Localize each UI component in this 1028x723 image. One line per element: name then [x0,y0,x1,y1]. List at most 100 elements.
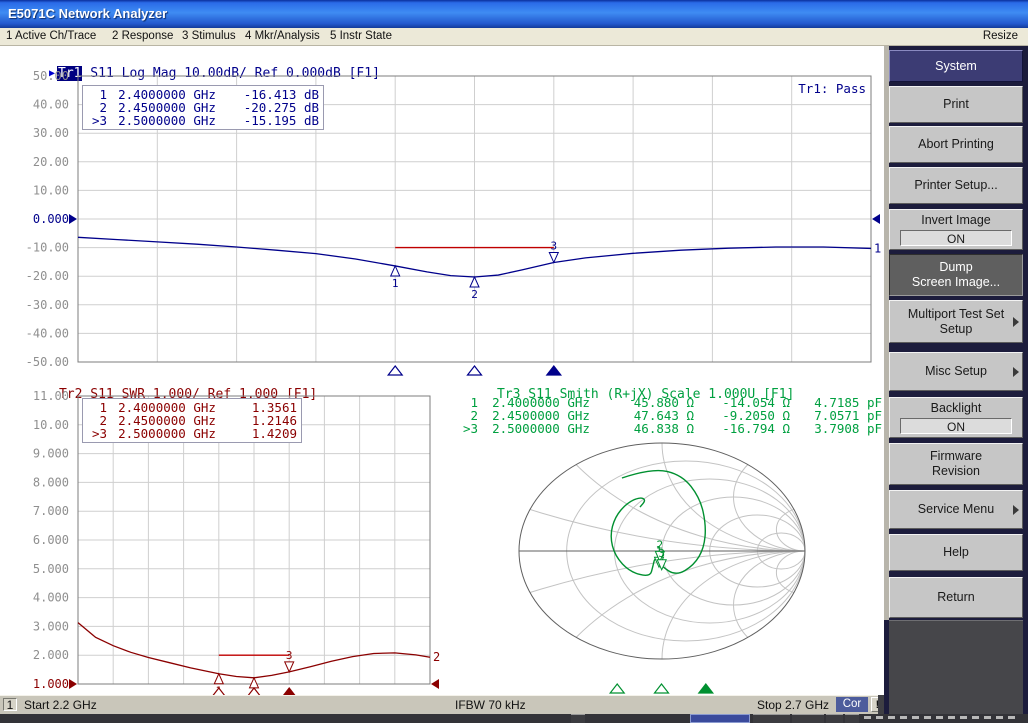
chart-text: 2 [471,288,478,301]
softkey-system[interactable]: System [889,50,1023,82]
stimulus-marker[interactable] [610,684,624,693]
softkey-misc-setup[interactable]: Misc Setup [889,352,1023,391]
marker-flag-1[interactable] [391,266,400,276]
menu-response[interactable]: 2 Response [112,30,173,42]
softkey-label: Print [943,97,969,112]
marker-table-cell: >3 [456,422,478,435]
softkey-print[interactable]: Print [889,86,1023,123]
chart-text: 0.000 [33,212,69,226]
marker-flag-3[interactable] [285,662,294,672]
softkey-toggle-state[interactable]: ON [900,230,1012,246]
tr1-pass-status: Tr1: Pass [760,81,866,96]
e5071c-screen: E5071C Network Analyzer 1 Active Ch/Trac… [0,0,1028,723]
chart-text: 30.00 [33,126,69,140]
chart-text: -40.00 [26,326,69,340]
chart-text: 40.00 [33,98,69,112]
chart-text: 20.00 [33,155,69,169]
chart-text: 4.000 [33,591,69,605]
chart-text: 3.000 [33,619,69,633]
softkey-firmware-revision[interactable]: Firmware Revision [889,443,1023,485]
softkey-backlight[interactable]: BacklightON [889,397,1023,438]
marker-flag-1[interactable] [214,674,223,684]
stimulus-marker-active[interactable] [699,684,713,693]
taskbar-segment [571,714,585,723]
marker-table-cell: 1.4209 [227,427,297,440]
softkey-dump-screen-image[interactable]: Dump Screen Image... [889,254,1023,296]
start-frequency-label[interactable]: Start 2.2 GHz [24,698,97,712]
ifbw-label[interactable]: IFBW 70 kHz [455,698,526,712]
marker-table-cell: >3 [85,114,107,127]
taskbar-segment [753,714,790,723]
tr3-smith-chart: 123 [440,390,884,700]
menu-resize[interactable]: Resize [983,30,1018,42]
marker-table-cell: >3 [85,427,107,440]
softkey-label: Help [943,545,969,560]
chart-text: 10.00 [33,183,69,197]
softkey-label: Invert Image [921,213,990,228]
chart-text: 2.000 [33,648,69,662]
menu-mkr-analysis[interactable]: 4 Mkr/Analysis [245,30,320,42]
marker-table-cell: -16.794 Ω [694,422,790,435]
submenu-arrow-icon [1013,367,1019,377]
taskbar-segment [845,714,859,723]
stimulus-marker[interactable] [655,684,669,693]
status-bar: 1 Start 2.2 GHz IFBW 70 kHz Stop 2.7 GHz… [0,695,878,714]
correction-status-badge: Cor [836,697,868,712]
ref-level-arrow-right[interactable] [431,679,439,689]
softkey-service-menu[interactable]: Service Menu [889,490,1023,529]
chart-text: 6.000 [33,533,69,547]
marker-flag-2[interactable] [470,277,479,287]
marker-flag-2[interactable] [250,678,259,688]
smith-x-arc [734,443,877,551]
softkey-label: Service Menu [918,502,994,517]
marker-table-row: >32.5000000 GHz46.838 Ω-16.794 Ω3.7908 p… [456,422,882,435]
menu-stimulus[interactable]: 3 Stimulus [182,30,236,42]
softkey-label: Return [937,590,975,605]
marker-table-cell: 2.5000000 GHz [478,422,604,435]
stimulus-marker[interactable] [388,366,402,375]
taskbar-clock-fragment [864,716,1020,719]
marker-table-cell: 2.5000000 GHz [107,114,227,127]
chart-text: 9.000 [33,447,69,461]
marker-table-cell: 2.5000000 GHz [107,427,227,440]
marker-table-cell: -15.195 dB [227,114,319,127]
chart-text: -20.00 [26,269,69,283]
chart-text: 50.00 [33,69,69,83]
menu-instr-state[interactable]: 5 Instr State [330,30,392,42]
menu-active-ch-trace[interactable]: 1 Active Ch/Trace [6,30,96,42]
window-titlebar[interactable]: E5071C Network Analyzer [0,0,1028,28]
chart-text: 1 [392,277,399,290]
menubar: 1 Active Ch/Trace 2 Response 3 Stimulus … [0,28,1028,46]
tr1-marker-table: 12.4000000 GHz-16.413 dB22.4500000 GHz-2… [82,85,324,130]
softkey-toggle-state[interactable]: ON [900,418,1012,434]
softkey-label: Abort Printing [918,137,994,152]
softkey-return[interactable]: Return [889,577,1023,618]
chart-text: -10.00 [26,241,69,255]
channel-number-box: 1 [3,698,17,711]
softkey-invert-image[interactable]: Invert Image ON [889,209,1023,250]
ref-level-arrow-right[interactable] [872,214,880,224]
chart-text: 5.000 [33,562,69,576]
status-bar-filler [878,695,884,714]
smith-x-arc [734,551,877,659]
tr3-marker-table: 12.4000000 GHz45.880 Ω-14.054 Ω4.7185 pF… [456,396,882,435]
softkey-printer-setup[interactable]: Printer Setup... [889,167,1023,204]
submenu-arrow-icon [1013,505,1019,515]
chart-text: 1 [874,241,881,255]
marker-flag-3[interactable] [549,252,558,262]
chart-text: 10.00 [33,418,69,432]
softkey-multiport-test-set-setup[interactable]: Multiport Test Set Setup [889,300,1023,343]
softkey-label: Dump Screen Image... [912,260,1000,290]
chart-text: 3 [550,239,557,252]
softkey-help[interactable]: Help [889,534,1023,571]
ref-level-arrow-left[interactable] [69,214,77,224]
taskbar-segment [826,714,843,723]
stop-frequency-label[interactable]: Stop 2.7 GHz [757,698,829,712]
softkey-abort-printing[interactable]: Abort Printing [889,126,1023,163]
taskbar-segment [792,714,824,723]
submenu-arrow-icon [1013,317,1019,327]
ref-level-arrow-left[interactable] [69,679,77,689]
window-title: E5071C Network Analyzer [8,6,167,21]
chart-area: ▶Tr1 S11 Log Mag 10.00dB/ Ref 0.000dB [F… [0,46,884,695]
softkey-empty-area [889,620,1023,723]
